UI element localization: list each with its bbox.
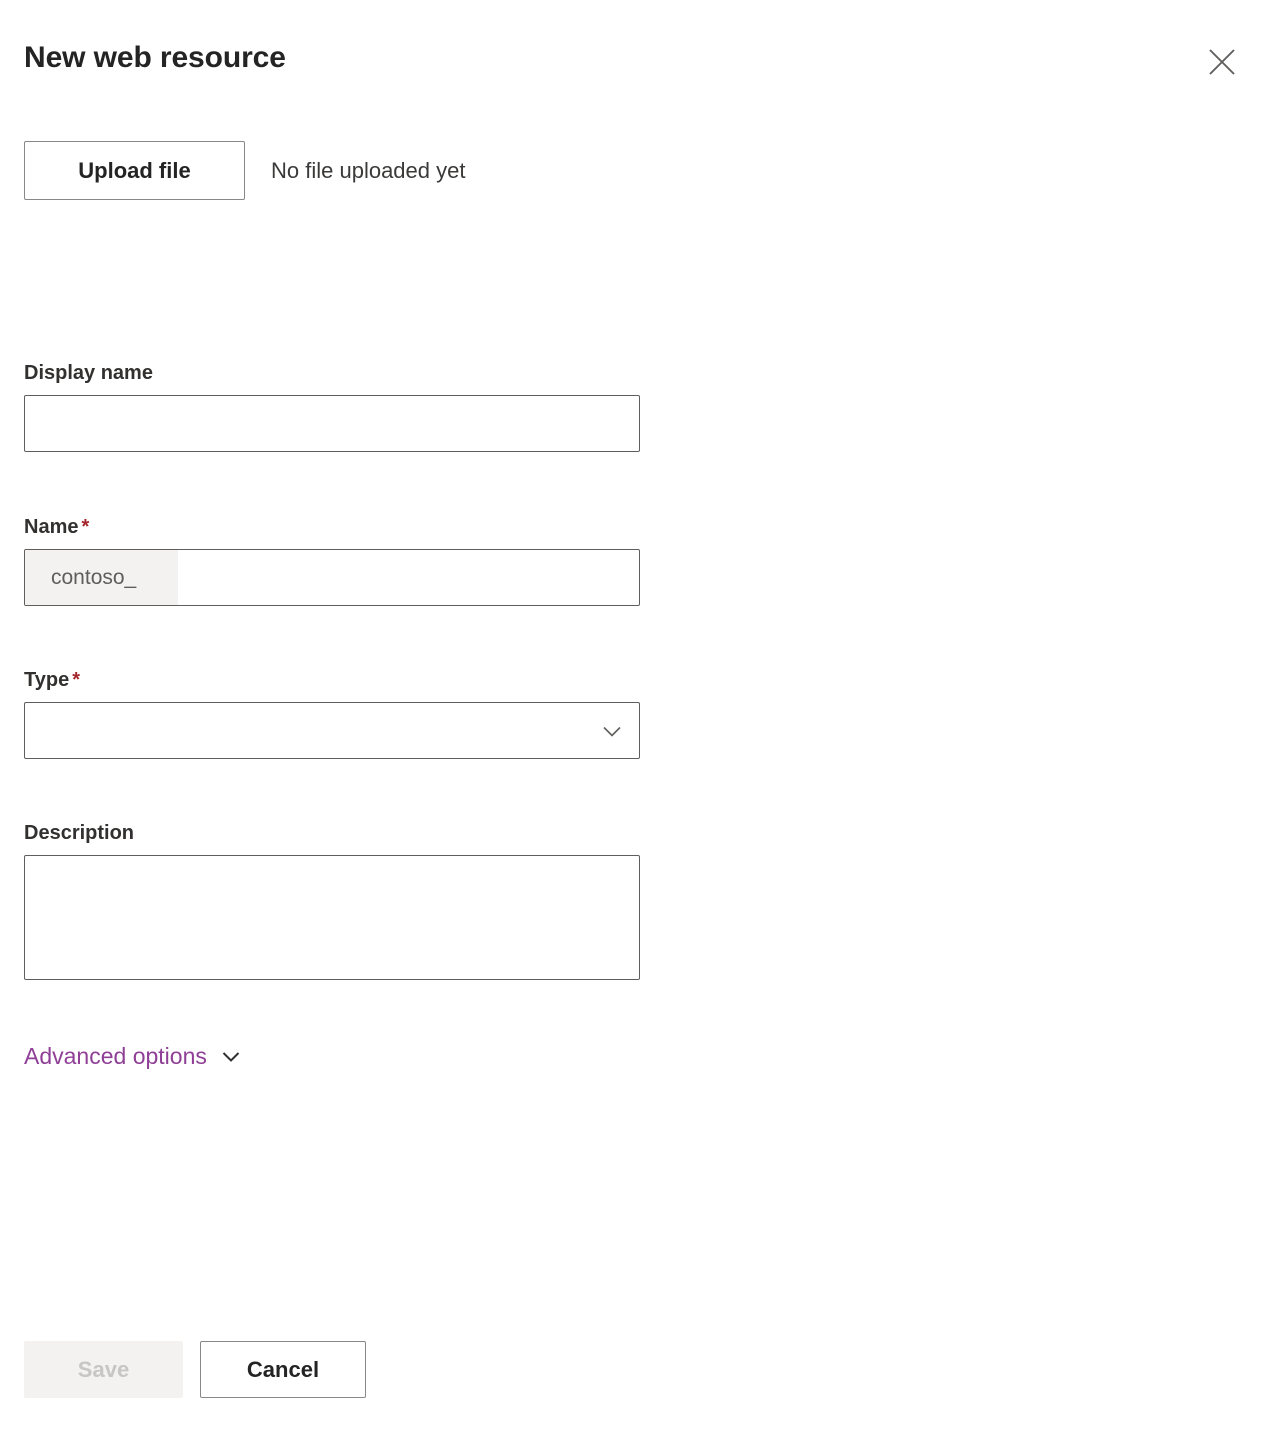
name-label-text: Name — [24, 516, 79, 538]
name-label: Name * — [24, 514, 640, 540]
display-name-input[interactable] — [24, 395, 640, 452]
field-name: Name * contoso_ — [24, 514, 640, 606]
advanced-options-label: Advanced options — [24, 1043, 207, 1069]
close-button[interactable] — [1200, 40, 1244, 84]
save-button[interactable]: Save — [24, 1341, 183, 1398]
type-label: Type * — [24, 667, 640, 693]
type-required-asterisk: * — [72, 669, 80, 691]
name-input[interactable] — [178, 550, 639, 605]
display-name-label: Display name — [24, 362, 153, 384]
type-label-text: Type — [24, 669, 70, 691]
panel-footer: Save Cancel — [24, 1341, 366, 1398]
field-display-name: Display name — [24, 360, 640, 452]
new-web-resource-panel: New web resource Upload file No file upl… — [0, 0, 1270, 1430]
description-label: Description — [24, 822, 135, 844]
type-dropdown-wrap — [24, 702, 640, 759]
name-prefixed-input-group: contoso_ — [24, 549, 640, 606]
advanced-options-toggle[interactable]: Advanced options — [24, 1040, 243, 1072]
panel-header: New web resource — [0, 0, 1270, 120]
field-type: Type * — [24, 667, 640, 759]
upload-file-row: Upload file No file uploaded yet — [24, 141, 465, 200]
type-dropdown[interactable] — [24, 702, 640, 759]
panel-body: Upload file No file uploaded yet Display… — [0, 120, 1270, 1430]
description-textarea[interactable] — [24, 855, 640, 980]
close-icon — [1207, 47, 1237, 77]
field-description: Description — [24, 820, 640, 985]
upload-file-button[interactable]: Upload file — [24, 141, 245, 200]
name-required-asterisk: * — [81, 516, 90, 538]
upload-status-text: No file uploaded yet — [271, 157, 466, 183]
name-prefix-label: contoso_ — [25, 550, 178, 605]
cancel-button[interactable]: Cancel — [200, 1341, 366, 1398]
chevron-down-icon — [219, 1044, 243, 1068]
page-title: New web resource — [24, 41, 286, 74]
chevron-down-icon — [599, 718, 625, 744]
